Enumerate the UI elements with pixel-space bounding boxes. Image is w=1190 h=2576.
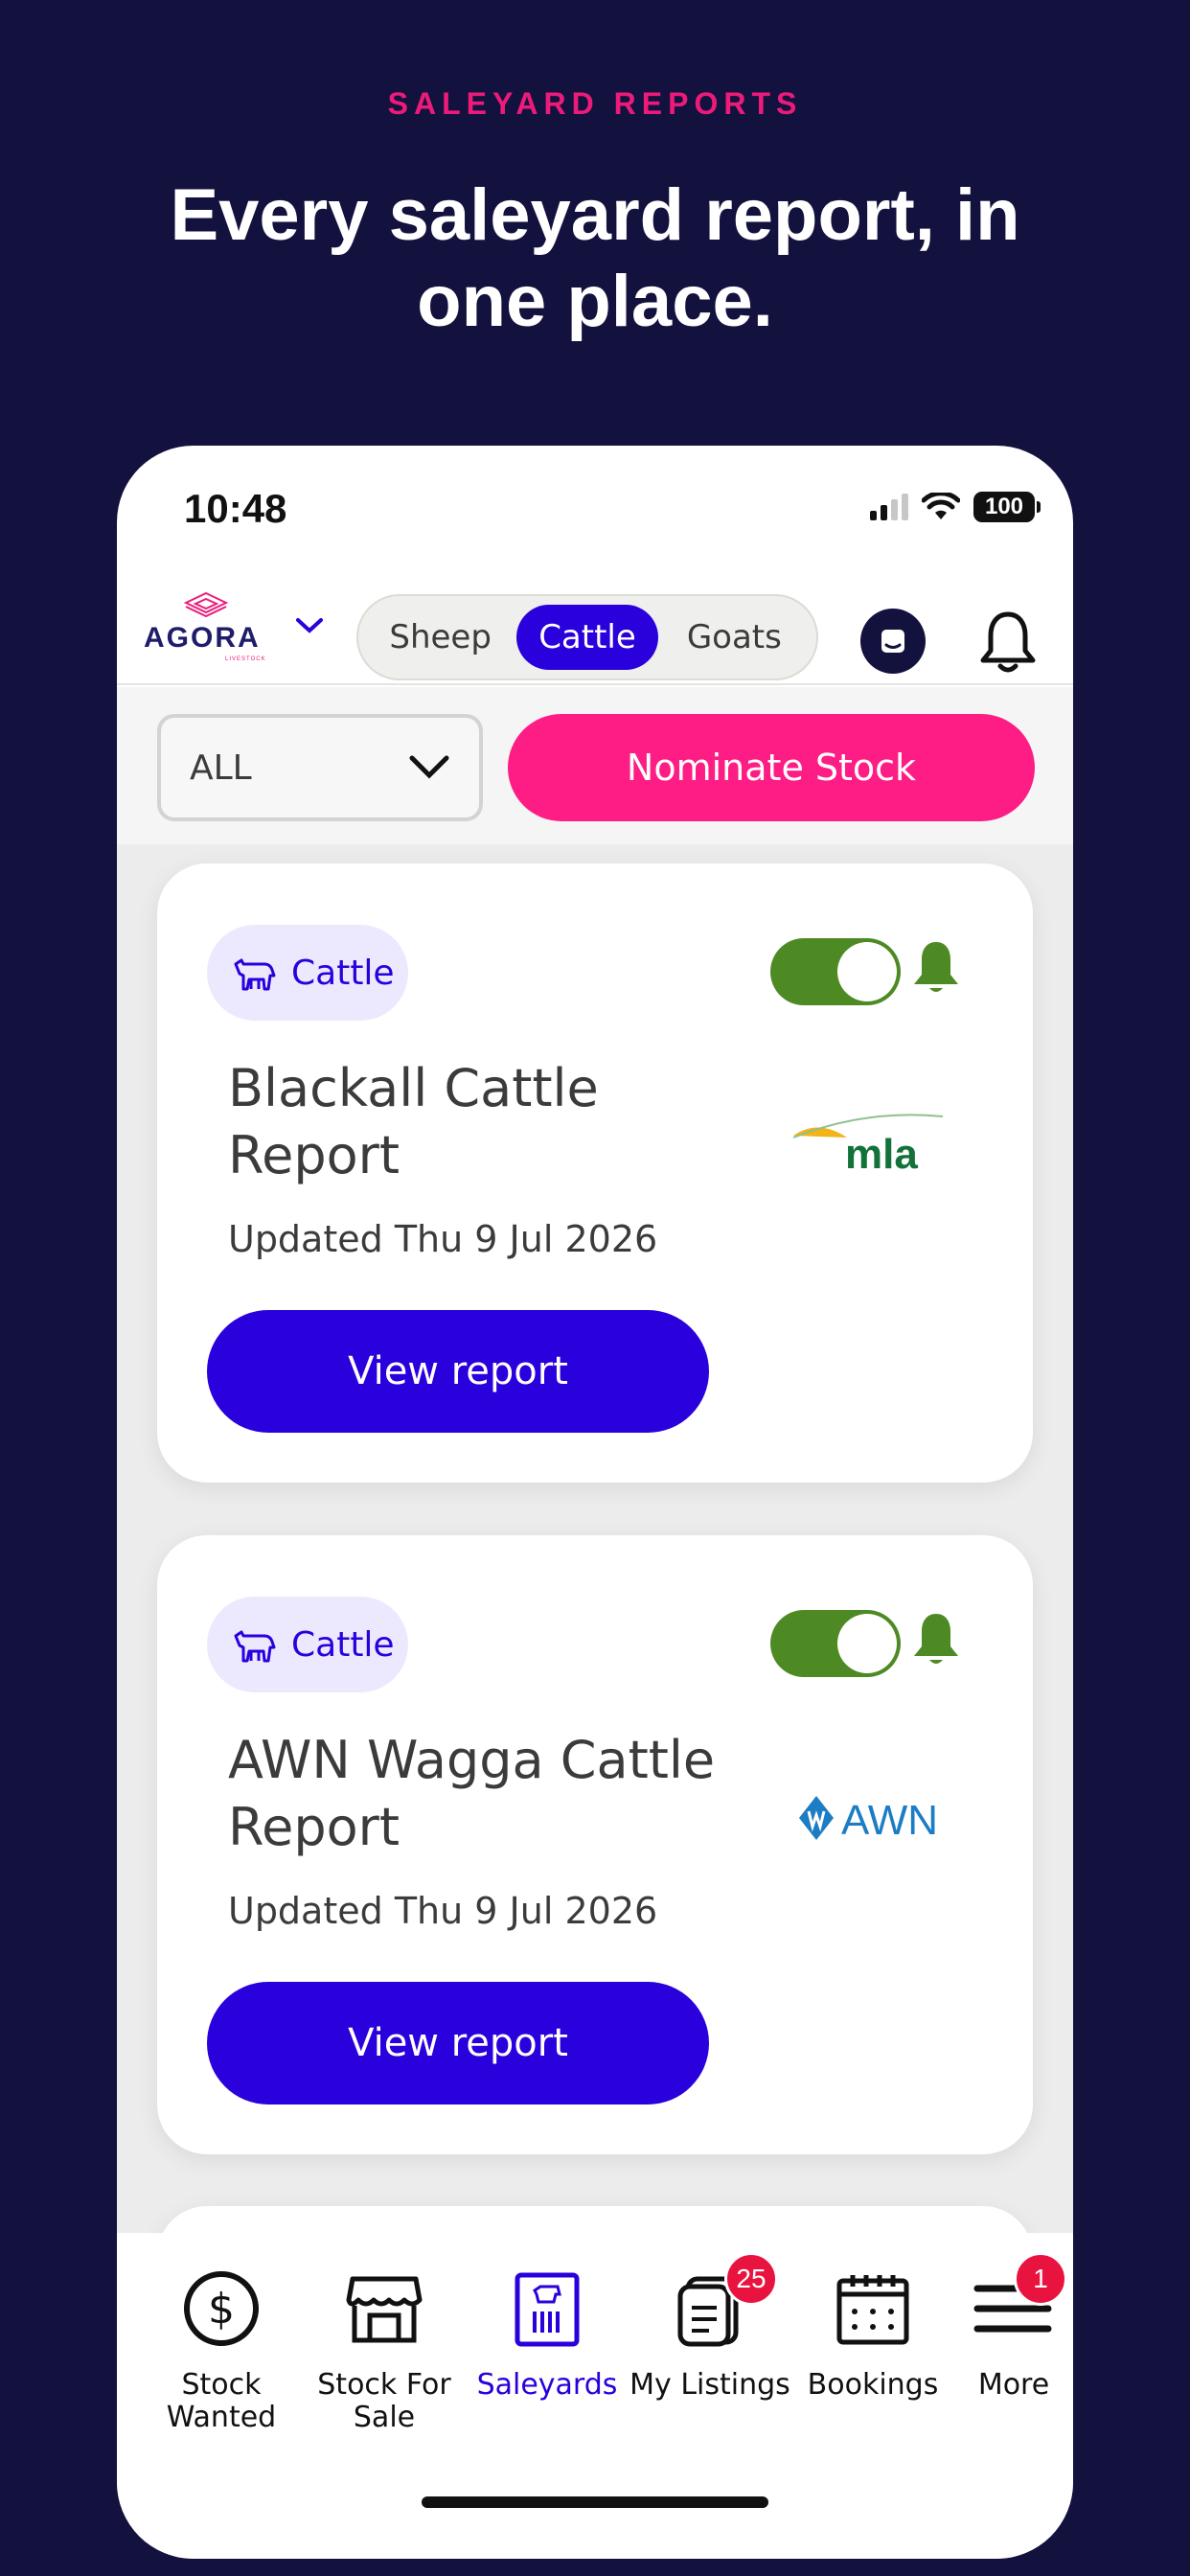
cellular-signal-icon	[870, 494, 908, 520]
agora-logo[interactable]: AGORA LIVESTOCK	[144, 589, 323, 666]
report-card: Cattle Blackall Cattle Report Updated Th…	[157, 863, 1033, 1483]
wifi-icon	[922, 493, 960, 519]
banner-eyebrow: SALEYARD REPORTS	[387, 86, 803, 121]
view-report-button[interactable]: View report	[207, 1982, 709, 2104]
status-icons: 100	[870, 492, 1041, 522]
notifications-bell-icon[interactable]	[977, 609, 1039, 676]
banner-headline: Every saleyard report, in one place.	[170, 174, 1020, 342]
tab-stock-wanted[interactable]: $ Stock Wanted	[140, 2233, 303, 2444]
category-chip-label: Cattle	[291, 953, 395, 993]
segment-cattle[interactable]: Cattle	[516, 605, 658, 670]
bell-icon	[914, 942, 958, 992]
chevron-down-icon[interactable]	[295, 616, 324, 635]
tab-more[interactable]: 1 More	[954, 2233, 1073, 2444]
segment-goats[interactable]: Goats	[658, 605, 811, 670]
dollar-circle-icon: $	[184, 2271, 259, 2346]
app-bar: AGORA LIVESTOCK Sheep Cattle Goats	[117, 570, 1073, 685]
report-updated: Updated Thu 9 Jul 2026	[228, 1218, 658, 1260]
region-select[interactable]: ALL	[157, 714, 483, 821]
tab-bookings[interactable]: Bookings	[791, 2233, 954, 2444]
bottom-tab-bar: $ Stock Wanted Stock For Sale Saleyards	[117, 2233, 1073, 2559]
alerts-toggle[interactable]	[770, 1610, 901, 1677]
segment-sheep[interactable]: Sheep	[364, 605, 516, 670]
bell-icon	[914, 1614, 958, 1664]
region-select-value: ALL	[190, 748, 252, 788]
view-report-button[interactable]: View report	[207, 1310, 709, 1433]
chat-icon	[881, 630, 904, 653]
toggle-knob	[837, 942, 897, 1001]
svg-text:AWN: AWN	[841, 1797, 938, 1844]
reports-content[interactable]: ALL Nominate Stock Cattle Blackall Cattl…	[117, 687, 1073, 2398]
cow-icon	[234, 958, 276, 991]
svg-text:mla: mla	[845, 1131, 918, 1178]
tab-label: Stock Wanted	[166, 2368, 277, 2434]
tab-label: Saleyards	[476, 2368, 618, 2402]
tab-saleyards[interactable]: Saleyards	[466, 2233, 629, 2444]
battery-icon: 100	[973, 492, 1041, 522]
chevron-down-icon	[409, 755, 449, 779]
more-badge: 1	[1014, 2252, 1067, 2306]
category-chip: Cattle	[207, 925, 408, 1021]
nominate-stock-button[interactable]: Nominate Stock	[508, 714, 1035, 821]
svg-text:$: $	[208, 2285, 235, 2334]
status-time: 10:48	[184, 486, 287, 531]
phone-screen: 10:48 100 AGORA LIVESTOCK Sheep Cattle G…	[117, 446, 1073, 2559]
saleyard-icon	[515, 2272, 580, 2347]
awn-logo-icon: AWN	[799, 1796, 938, 1844]
logo-subtext: LIVESTOCK	[225, 656, 266, 662]
tab-label: More	[977, 2368, 1050, 2402]
category-chip: Cattle	[207, 1597, 408, 1692]
tab-label: Stock For Sale	[317, 2368, 451, 2434]
tab-label: Bookings	[807, 2368, 939, 2402]
report-title: Blackall Cattle Report	[228, 1058, 599, 1185]
report-title: AWN Wagga Cattle Report	[228, 1730, 716, 1857]
tab-stock-for-sale[interactable]: Stock For Sale	[303, 2233, 466, 2444]
species-segmented-control: Sheep Cattle Goats	[356, 594, 818, 680]
calendar-icon	[836, 2275, 909, 2345]
cow-icon	[234, 1630, 276, 1663]
alerts-toggle[interactable]	[770, 938, 901, 1005]
tab-label: My Listings	[629, 2368, 790, 2402]
report-card: Cattle AWN Wagga Cattle Report Updated T…	[157, 1535, 1033, 2154]
report-updated: Updated Thu 9 Jul 2026	[228, 1890, 658, 1932]
category-chip-label: Cattle	[291, 1624, 395, 1665]
chat-button[interactable]	[860, 609, 926, 674]
listings-badge: 25	[724, 2252, 778, 2306]
logo-text: AGORA	[144, 622, 261, 654]
storefront-icon	[346, 2276, 423, 2343]
toggle-knob	[837, 1614, 897, 1673]
logo-mark-icon	[184, 591, 228, 618]
home-indicator[interactable]	[422, 2496, 768, 2508]
status-bar: 10:48 100	[117, 446, 1073, 570]
mla-logo-icon: mla	[792, 1114, 944, 1178]
tab-my-listings[interactable]: 25 My Listings	[629, 2233, 791, 2444]
filter-bar: ALL Nominate Stock	[117, 687, 1073, 844]
